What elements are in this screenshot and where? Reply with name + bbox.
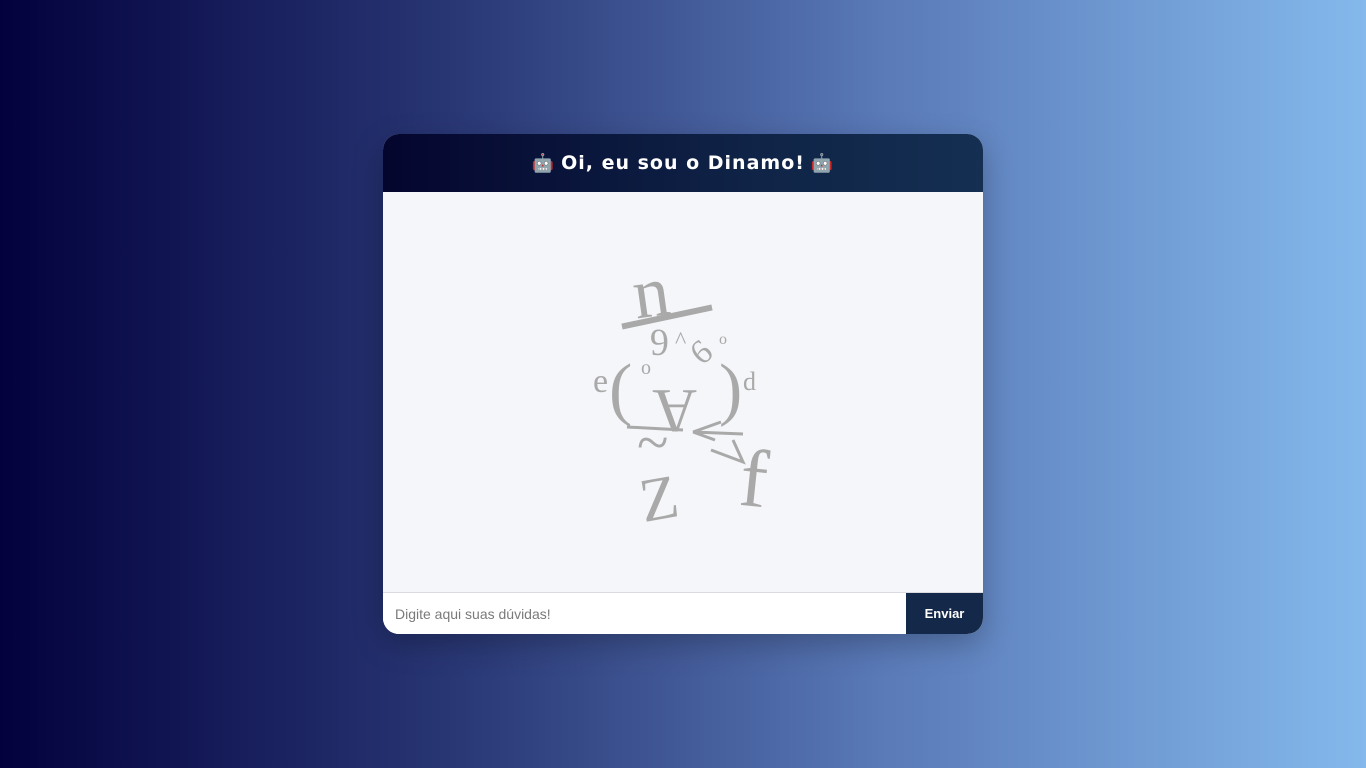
mascot-glyph-caret: ^ <box>675 328 686 354</box>
input-bar: Enviar <box>383 593 983 634</box>
chat-header: 🤖 Oi, eu sou o Dinamo! 🤖 <box>383 134 983 192</box>
mascot-leg-arrow <box>710 439 746 465</box>
chat-title: Oi, eu sou o Dinamo! <box>561 152 805 174</box>
robot-icon-right: 🤖 <box>810 152 835 174</box>
mascot-glyph-f: f <box>736 432 773 525</box>
mascot-glyph-o-right: o <box>719 331 727 348</box>
mascot-glyph-Z: Z <box>635 462 684 532</box>
mascot-glyph-o-left: o <box>641 357 651 379</box>
robot-icon-left: 🤖 <box>531 152 556 174</box>
question-input[interactable] <box>383 593 906 634</box>
mascot-glyph-e: e <box>593 363 608 400</box>
send-button[interactable]: Enviar <box>906 593 983 634</box>
chat-messages-area: n 6 ^ 6 o o e ( ) d A ~ Z f <box>383 192 983 593</box>
mascot-glyph-6b: 6 <box>683 333 720 372</box>
mascot-glyph-6: 6 <box>650 321 669 363</box>
mascot-glyph-d: d <box>743 367 756 396</box>
mascot-glyph-paren-right: ) <box>719 351 742 428</box>
mascot-glyph-paren-left: ( <box>609 351 632 428</box>
mascot-illustration: n 6 ^ 6 o o e ( ) d A ~ Z f <box>593 262 773 532</box>
chat-window: 🤖 Oi, eu sou o Dinamo! 🤖 n 6 ^ 6 o o e (… <box>383 134 983 634</box>
